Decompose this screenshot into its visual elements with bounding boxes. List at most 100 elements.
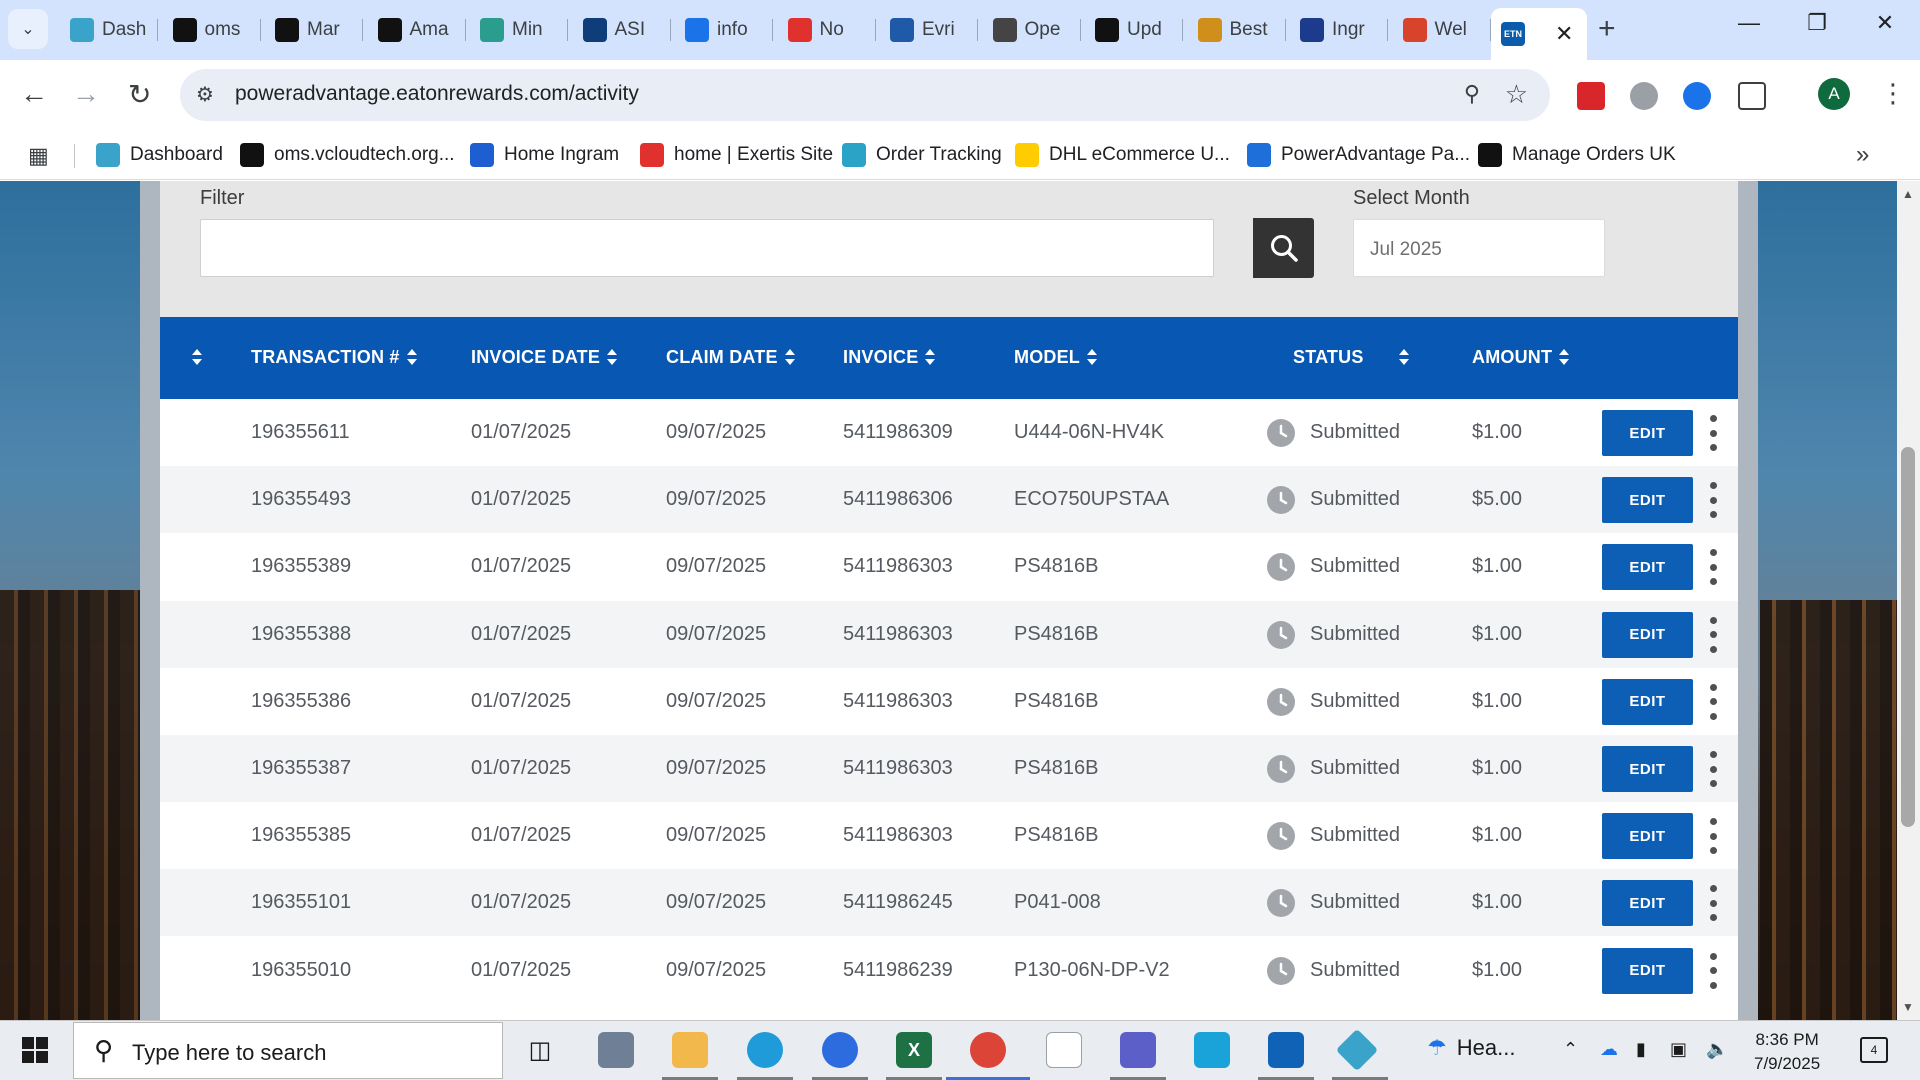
bookmark-item[interactable]: Manage Orders UK xyxy=(1478,140,1676,170)
close-window-icon[interactable]: ✕ xyxy=(1860,10,1910,36)
browser-tab[interactable]: Ope xyxy=(983,10,1081,50)
bookmark-item[interactable]: Home Ingram xyxy=(470,140,619,170)
sort-icon[interactable] xyxy=(406,348,418,366)
row-actions-kebab-icon[interactable] xyxy=(1708,818,1718,855)
page-scrollbar[interactable]: ▲ ▼ xyxy=(1897,181,1920,1020)
excel-app-icon[interactable]: X xyxy=(896,1032,932,1068)
column-header[interactable] xyxy=(185,347,203,368)
browser-tab[interactable]: oms xyxy=(163,10,261,50)
support-extension-icon[interactable] xyxy=(1683,82,1711,110)
sway-app-icon[interactable] xyxy=(1194,1032,1230,1068)
row-actions-kebab-icon[interactable] xyxy=(1708,952,1718,989)
sort-icon[interactable] xyxy=(784,348,796,366)
pdf-extension-icon[interactable] xyxy=(1577,82,1605,110)
status-sort-control[interactable] xyxy=(1392,347,1410,368)
column-header[interactable]: Claim Date xyxy=(666,347,796,368)
notepad-app-icon[interactable] xyxy=(1046,1032,1082,1068)
outlook-app-icon[interactable] xyxy=(1268,1032,1304,1068)
sort-icon[interactable] xyxy=(1398,348,1410,366)
minimize-window-icon[interactable]: — xyxy=(1724,10,1774,36)
browser-tab[interactable]: Min xyxy=(470,10,568,50)
sort-icon[interactable] xyxy=(924,348,936,366)
network-icon[interactable]: ▣ xyxy=(1670,1039,1687,1060)
edge-browser-app-icon[interactable] xyxy=(747,1032,783,1068)
extensions-puzzle-icon[interactable] xyxy=(1738,82,1766,110)
windows-start-icon[interactable] xyxy=(22,1037,48,1063)
back-arrow-icon[interactable]: ← xyxy=(20,78,48,110)
row-actions-kebab-icon[interactable] xyxy=(1708,482,1718,519)
bookmark-item[interactable]: home | Exertis Site xyxy=(640,140,833,170)
tab-search-chevron-icon[interactable]: ⌄ xyxy=(8,9,48,49)
column-header[interactable]: Status xyxy=(1293,347,1364,368)
new-tab-plus-icon[interactable]: + xyxy=(1598,12,1616,46)
url-text[interactable]: poweradvantage.eatonrewards.com/activity xyxy=(235,82,639,106)
sort-icon[interactable] xyxy=(1558,348,1570,366)
bookmark-item[interactable]: oms.vcloudtech.org... xyxy=(240,140,455,170)
browser-tab[interactable]: Upd xyxy=(1085,10,1183,50)
onedrive-cloud-icon[interactable]: ☁ xyxy=(1600,1039,1618,1060)
row-actions-kebab-icon[interactable] xyxy=(1708,885,1718,922)
browser-tab[interactable]: No xyxy=(778,10,876,50)
zoho-app-icon[interactable] xyxy=(822,1032,858,1068)
row-actions-kebab-icon[interactable] xyxy=(1708,683,1718,720)
browser-tab[interactable]: info xyxy=(675,10,773,50)
search-button[interactable] xyxy=(1253,218,1314,278)
edit-button[interactable]: EDIT xyxy=(1602,477,1693,524)
browser-tab[interactable]: Best xyxy=(1188,10,1286,50)
bookmark-item[interactable]: Order Tracking xyxy=(842,140,1002,170)
forward-arrow-icon[interactable]: → xyxy=(72,78,100,110)
bookmark-item[interactable]: DHL eCommerce U... xyxy=(1015,140,1230,170)
column-header[interactable]: Amount xyxy=(1472,347,1570,368)
edit-button[interactable]: EDIT xyxy=(1602,544,1693,591)
dashboard-app-icon[interactable] xyxy=(1335,1028,1379,1072)
teams-app-icon[interactable] xyxy=(1120,1032,1156,1068)
file-explorer-app-icon[interactable] xyxy=(672,1032,708,1068)
profile-avatar[interactable]: A xyxy=(1818,78,1850,110)
site-info-icon[interactable]: ⚙ xyxy=(196,82,214,107)
filter-input[interactable] xyxy=(200,219,1214,277)
edit-button[interactable]: EDIT xyxy=(1602,410,1693,456)
column-header[interactable]: Invoice xyxy=(843,347,936,368)
row-actions-kebab-icon[interactable] xyxy=(1708,616,1718,653)
row-actions-kebab-icon[interactable] xyxy=(1708,415,1718,451)
globe-extension-icon[interactable] xyxy=(1630,82,1658,110)
edit-button[interactable]: EDIT xyxy=(1602,813,1693,860)
edit-button[interactable]: EDIT xyxy=(1602,947,1693,994)
tray-overflow-chevron-icon[interactable]: ⌃ xyxy=(1563,1039,1578,1060)
edit-button[interactable]: EDIT xyxy=(1602,611,1693,658)
system-clock[interactable]: 8:36 PM 7/9/2025 xyxy=(1754,1028,1820,1076)
column-header[interactable]: Transaction # xyxy=(251,347,418,368)
chrome-app-icon[interactable] xyxy=(970,1032,1006,1068)
taskbar-search-box[interactable]: ⚲ Type here to search xyxy=(73,1022,503,1079)
browser-tab[interactable]: Wel xyxy=(1393,10,1491,50)
browser-tab[interactable]: Ama xyxy=(368,10,466,50)
close-tab-icon[interactable]: ✕ xyxy=(1555,21,1573,47)
browser-tab[interactable]: ASI xyxy=(573,10,671,50)
column-header[interactable]: Model xyxy=(1014,347,1098,368)
zoom-magnifier-icon[interactable]: ⚲ xyxy=(1464,81,1480,107)
row-actions-kebab-icon[interactable] xyxy=(1708,549,1718,586)
sort-icon[interactable] xyxy=(1086,348,1098,366)
notification-center-icon[interactable]: 4 xyxy=(1860,1037,1888,1063)
browser-menu-icon[interactable]: ⋮ xyxy=(1880,78,1906,109)
edit-button[interactable]: EDIT xyxy=(1602,880,1693,927)
restore-window-icon[interactable]: ❐ xyxy=(1792,10,1842,36)
scroll-up-arrow-icon[interactable]: ▲ xyxy=(1902,187,1914,201)
scroll-down-arrow-icon[interactable]: ▼ xyxy=(1902,1000,1914,1014)
sort-icon[interactable] xyxy=(606,348,618,366)
sort-icon[interactable] xyxy=(191,348,203,366)
bookmark-star-icon[interactable]: ☆ xyxy=(1505,79,1528,110)
reload-icon[interactable]: ↻ xyxy=(128,78,151,111)
weather-widget[interactable]: ☂ Hea... xyxy=(1427,1035,1515,1061)
browser-tab[interactable]: Evri xyxy=(880,10,978,50)
select-month-input[interactable]: Jul 2025 xyxy=(1353,219,1605,277)
scroll-thumb[interactable] xyxy=(1901,447,1915,827)
apps-grid-icon[interactable]: ▦ xyxy=(28,143,49,169)
battery-icon[interactable]: ▮ xyxy=(1636,1039,1646,1060)
address-bar[interactable]: ⚙ poweradvantage.eatonrewards.com/activi… xyxy=(180,69,1550,121)
task-view-icon[interactable]: ◫ xyxy=(522,1032,558,1068)
edit-button[interactable]: EDIT xyxy=(1602,678,1693,725)
browser-tab[interactable]: Ingr xyxy=(1290,10,1388,50)
more-bookmarks-chevron-icon[interactable]: » xyxy=(1856,141,1869,169)
row-actions-kebab-icon[interactable] xyxy=(1708,751,1718,787)
